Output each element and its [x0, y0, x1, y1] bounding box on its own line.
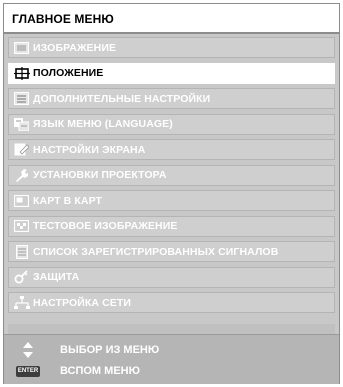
- projector-setup-icon: [13, 168, 30, 182]
- menu-item-label: НАСТРОЙКА СЕТИ: [33, 296, 132, 309]
- menu-item-label: ЗАЩИТА: [33, 271, 80, 283]
- menu-item-menu-language[interactable]: ЯЗЫК МЕНЮ (LANGUAGE): [8, 113, 335, 135]
- select-hint: ВЫБОР ИЗ МЕНЮ: [4, 341, 159, 359]
- menu-item-label: ПОЛОЖЕНИЕ: [33, 67, 104, 79]
- menu-item-label: СПИСОК ЗАРЕГИСТРИРОВАННЫХ СИГНАЛОВ: [33, 245, 279, 258]
- menu-item-label: УСТАНОВКИ ПРОЕКТОРА: [33, 169, 167, 181]
- menu-item-label: ИЗОБРАЖЕНИЕ: [33, 41, 117, 54]
- enter-key-text: ENTER: [16, 365, 40, 377]
- menu-item-picture-in-picture[interactable]: КАРТ В КАРТ: [8, 190, 335, 211]
- menu-item-label: НАСТРОЙКИ ЭКРАНА: [33, 143, 146, 156]
- menu-item-display-settings[interactable]: НАСТРОЙКИ ЭКРАНА: [8, 139, 335, 160]
- signal-list-icon: [13, 244, 30, 259]
- menu-item-label: КАРТ В КАРТ: [33, 194, 103, 207]
- menu-item-network-setup[interactable]: НАСТРОЙКА СЕТИ: [8, 292, 335, 313]
- select-hint-label: ВЫБОР ИЗ МЕНЮ: [60, 344, 160, 356]
- menu-item-test-pattern[interactable]: ТЕСТОВОЕ ИЗОБРАЖЕНИЕ: [8, 215, 335, 237]
- menu-item-position[interactable]: ПОЛОЖЕНИЕ: [8, 62, 335, 84]
- security-key-icon: [13, 270, 30, 284]
- menu-item-picture[interactable]: ИЗОБРАЖЕНИЕ: [8, 37, 335, 58]
- language-icon: [13, 117, 30, 131]
- display-settings-icon: [13, 143, 30, 157]
- enter-key-icon: ENTER: [14, 363, 42, 379]
- up-down-arrows-icon: [14, 342, 42, 358]
- picture-icon: [13, 41, 30, 55]
- test-pattern-icon: [13, 219, 30, 233]
- menu-item-label: ДОПОЛНИТЕЛЬНЫЕ НАСТРОЙКИ: [33, 92, 211, 105]
- enter-hint-label: ВСПОМ МЕНЮ: [60, 365, 140, 377]
- network-icon: [13, 295, 30, 310]
- menu-item-label: ЯЗЫК МЕНЮ (LANGUAGE): [33, 118, 173, 130]
- menu-item-advanced-settings[interactable]: ДОПОЛНИТЕЛЬНЫЕ НАСТРОЙКИ: [8, 88, 335, 109]
- menu-item-projector-setup[interactable]: УСТАНОВКИ ПРОЕКТОРА: [8, 164, 335, 186]
- menu-title-bar: ГЛАВНОЕ МЕНЮ: [4, 4, 339, 34]
- menu-title: ГЛАВНОЕ МЕНЮ: [12, 12, 114, 26]
- menu-list: ИЗОБРАЖЕНИЕ ПОЛОЖЕНИЕ ДОПОЛНИТЕЛЬНЫЕ НАС…: [8, 37, 335, 318]
- advanced-settings-icon: [13, 92, 30, 106]
- menu-item-security[interactable]: ЗАЩИТА: [8, 266, 335, 288]
- menu-item-label: ТЕСТОВОЕ ИЗОБРАЖЕНИЕ: [33, 220, 178, 232]
- picture-in-picture-icon: [13, 194, 30, 208]
- main-menu-panel: ГЛАВНОЕ МЕНЮ ИЗОБРАЖЕНИЕ ПОЛОЖЕНИЕ ДОПОЛ…: [3, 3, 340, 384]
- footer-hints: ВЫБОР ИЗ МЕНЮ ENTER ВСПОМ МЕНЮ: [4, 334, 339, 384]
- enter-hint: ENTER ВСПОМ МЕНЮ: [4, 362, 140, 380]
- position-icon: [13, 66, 30, 80]
- menu-item-signal-list[interactable]: СПИСОК ЗАРЕГИСТРИРОВАННЫХ СИГНАЛОВ: [8, 241, 335, 262]
